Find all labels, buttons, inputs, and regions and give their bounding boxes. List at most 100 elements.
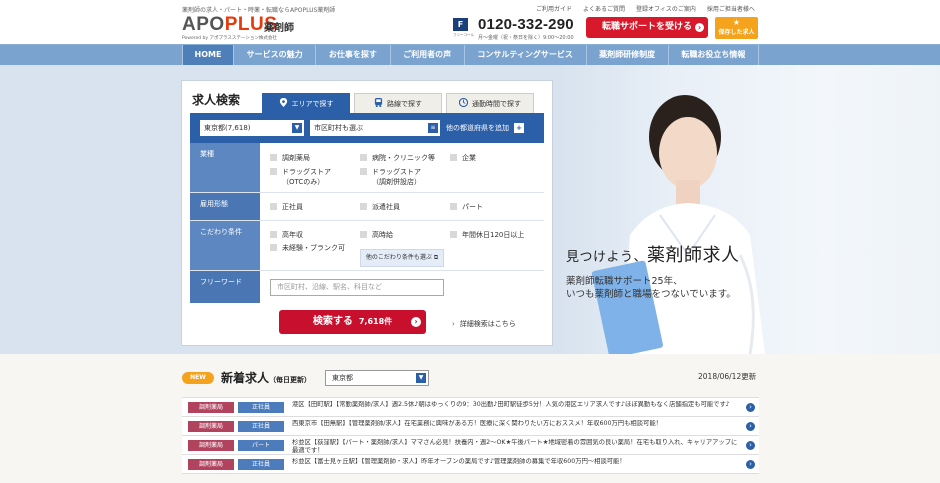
- train-icon: [374, 98, 383, 107]
- checkbox-hospital[interactable]: 病院・クリニック等: [360, 153, 435, 163]
- main-nav: HOME サービスの魅力 お仕事を探す ご利用者の声 コンサルティングサービス …: [0, 44, 940, 65]
- checkbox-company[interactable]: 企業: [450, 153, 476, 163]
- tab-line[interactable]: 路線で探す: [354, 93, 442, 113]
- checkbox-dispensing[interactable]: 調剤薬局: [270, 153, 310, 163]
- tab-commute-label: 通勤時間で探す: [472, 100, 521, 108]
- nav-voices[interactable]: ご利用者の声: [391, 45, 465, 65]
- hero-title-main: 薬剤師求人: [647, 245, 740, 266]
- search-submit-button[interactable]: 検索する 7,618件: [279, 310, 426, 334]
- list-icon: ≡: [428, 123, 438, 133]
- top-link-guide[interactable]: ご利用ガイド: [536, 4, 572, 13]
- employment-tag: 正社員: [238, 421, 284, 432]
- top-link-recruiters[interactable]: 採用ご担当者様へ: [707, 4, 755, 13]
- checkbox-high-hourly[interactable]: 高時給: [360, 230, 393, 240]
- last-updated: 2018/06/12更新: [698, 372, 757, 381]
- job-row[interactable]: 調剤薬局 パート 杉並区【荻窪駅】【パート・薬剤師/求人】ママさん必見！扶養内・…: [182, 436, 759, 455]
- new-badge: NEW: [182, 372, 214, 384]
- new-jobs-area-value: 東京都: [332, 374, 353, 382]
- checkbox-drugstore-otc[interactable]: ドラッグストア （OTCのみ）: [270, 167, 331, 187]
- checkbox-parttime[interactable]: パート: [450, 202, 483, 212]
- external-link-icon: ⧉: [433, 254, 439, 261]
- new-jobs-daily: （毎日更新）: [269, 376, 312, 384]
- nav-service[interactable]: サービスの魅力: [234, 45, 317, 65]
- job-description: 杉並区【荻窪駅】【パート・薬剤師/求人】ママさん必見！扶養内・週2〜OK★午後パ…: [292, 439, 738, 454]
- chevron-down-icon: ▼: [416, 373, 426, 383]
- city-select[interactable]: 市区町村も選ぶ ≡: [310, 120, 440, 136]
- checkbox-high-salary[interactable]: 高年収: [270, 230, 303, 240]
- job-row[interactable]: 調剤薬局 正社員 杉並区【富士見ヶ丘駅】【管理薬剤師・求人】昨年オープンの薬局で…: [182, 455, 759, 474]
- advanced-search-link[interactable]: 詳細検索はこちら: [452, 319, 516, 329]
- tab-commute[interactable]: 通勤時間で探す: [446, 93, 534, 113]
- site-header: 薬剤師の求人・パート・時薬・転職ならAPOPLUS薬剤師 APOPLUS 薬剤師…: [0, 0, 940, 44]
- drugstore-disp-line1: ドラッグストア: [372, 168, 421, 176]
- filter-employment-label: 雇用形態: [190, 193, 260, 220]
- career-support-button[interactable]: 転職サポートを受ける: [586, 17, 708, 38]
- nav-consulting[interactable]: コンサルティングサービス: [465, 45, 587, 65]
- industry-tag: 調剤薬局: [188, 402, 234, 413]
- more-conditions-button[interactable]: 他のこだわり条件も選ぶ ⧉: [360, 249, 444, 267]
- tab-line-label: 路線で探す: [387, 100, 422, 108]
- more-conditions-label: 他のこだわり条件も選ぶ: [365, 254, 432, 261]
- job-row[interactable]: 調剤薬局 正社員 西東京市【田無駅】【管理薬剤師/求人】在宅業務に興味がある方！…: [182, 417, 759, 436]
- search-submit-label: 検索する: [312, 316, 353, 327]
- saved-jobs-button[interactable]: ★ 保存した求人: [715, 17, 758, 39]
- logo-powered-by: Powered by アポプラスステーション株式会社: [182, 36, 277, 41]
- tab-area[interactable]: エリアで探す: [262, 93, 350, 113]
- arrow-right-icon[interactable]: ›: [746, 422, 755, 431]
- search-result-count: 7,618件: [358, 317, 393, 326]
- arrow-right-icon[interactable]: ›: [746, 460, 755, 469]
- top-links: ご利用ガイド よくあるご質問 登録オフィスのご案内 採用ご担当者様へ: [536, 4, 755, 13]
- prefecture-select[interactable]: 東京都(7,618) ▼: [200, 120, 304, 136]
- employment-tag: 正社員: [238, 459, 284, 470]
- star-icon: ★: [732, 18, 741, 27]
- clock-icon: [459, 98, 468, 107]
- filter-industry-label: 業種: [190, 143, 260, 192]
- drugstore-disp-line2: （調剤併設店）: [372, 178, 421, 186]
- logo-apo: APO: [182, 14, 225, 35]
- hero-title: 見つけよう、薬剤師求人: [566, 241, 740, 267]
- prefecture-value: 東京都(7,618): [204, 124, 251, 132]
- site-tagline: 薬剤師の求人・パート・時薬・転職ならAPOPLUS薬剤師: [182, 7, 336, 14]
- filter-freeword-label: フリーワード: [190, 271, 260, 303]
- checkbox-inexperienced-ok[interactable]: 未経験・ブランク可: [270, 243, 345, 253]
- new-jobs-title-text: 新着求人: [221, 371, 270, 385]
- phone-contact[interactable]: F フリーコール 0120-332-290 月〜金曜（祝・祭日を除く）9:00〜…: [453, 16, 581, 41]
- logo-subtitle: 薬剤師: [264, 23, 294, 34]
- checkbox-fulltime[interactable]: 正社員: [270, 202, 303, 212]
- arrow-right-icon[interactable]: ›: [746, 441, 755, 450]
- city-value: 市区町村も選ぶ: [314, 124, 363, 132]
- filter-freeword: フリーワード 市区町村、沿線、駅名、科目など: [190, 271, 544, 303]
- checkbox-drugstore-dispensing[interactable]: ドラッグストア （調剤併設店）: [360, 167, 421, 187]
- filter-employment: 雇用形態 正社員 派遣社員 パート: [190, 193, 544, 221]
- new-jobs-area-select[interactable]: 東京都 ▼: [325, 370, 429, 386]
- nav-find-jobs[interactable]: お仕事を探す: [316, 45, 391, 65]
- chevron-down-icon: ▼: [292, 123, 302, 133]
- top-link-faq[interactable]: よくあるご質問: [583, 4, 625, 13]
- job-description: 西東京市【田無駅】【管理薬剤師/求人】在宅業務に興味がある方！医療に深く関わりた…: [292, 420, 662, 427]
- checkbox-120-holidays[interactable]: 年間休日120日以上: [450, 230, 524, 240]
- nav-home[interactable]: HOME: [182, 45, 234, 65]
- plus-icon: +: [514, 123, 524, 133]
- drugstore-otc-line1: ドラッグストア: [282, 168, 331, 176]
- industry-tag: 調剤薬局: [188, 459, 234, 470]
- add-prefecture-button[interactable]: 他の都道府県を追加 +: [446, 120, 524, 136]
- employment-tag: パート: [238, 440, 284, 451]
- drugstore-otc-line2: （OTCのみ）: [282, 178, 325, 186]
- checkbox-dispatch[interactable]: 派遣社員: [360, 202, 400, 212]
- pharmacist-photo: [591, 95, 765, 354]
- filter-conditions-label: こだわり条件: [190, 221, 260, 270]
- nav-useful-info[interactable]: 転職お役立ち情報: [669, 45, 760, 65]
- area-select-bar: 東京都(7,618) ▼ 市区町村も選ぶ ≡ 他の都道府県を追加 +: [190, 113, 544, 143]
- nav-training[interactable]: 薬剤師研修制度: [587, 45, 669, 65]
- new-jobs-title: 新着求人（毎日更新）: [221, 369, 311, 386]
- filter-conditions: こだわり条件 高年収 高時給 年間休日120日以上 未経験・ブランク可 他のこだ…: [190, 221, 544, 271]
- freeword-input[interactable]: 市区町村、沿線、駅名、科目など: [270, 279, 444, 296]
- top-link-offices[interactable]: 登録オフィスのご案内: [636, 4, 696, 13]
- new-jobs-section: NEW 新着求人（毎日更新） 東京都 ▼ 2018/06/12更新 調剤薬局 正…: [0, 354, 940, 483]
- phone-hours: 月〜金曜（祝・祭日を除く）9:00〜20:00: [478, 35, 574, 41]
- job-description: 杉並区【富士見ヶ丘駅】【管理薬剤師・求人】昨年オープンの薬局です♪管理薬剤師の募…: [292, 458, 626, 465]
- site-logo[interactable]: APOPLUS 薬剤師 Powered by アポプラスステーション株式会社: [182, 14, 294, 41]
- saved-jobs-label: 保存した求人: [718, 29, 755, 36]
- job-row[interactable]: 調剤薬局 正社員 港区【田町駅】【常勤薬剤師/求人】週2.5休♪朝はゆっくりの9…: [182, 398, 759, 417]
- arrow-right-icon[interactable]: ›: [746, 403, 755, 412]
